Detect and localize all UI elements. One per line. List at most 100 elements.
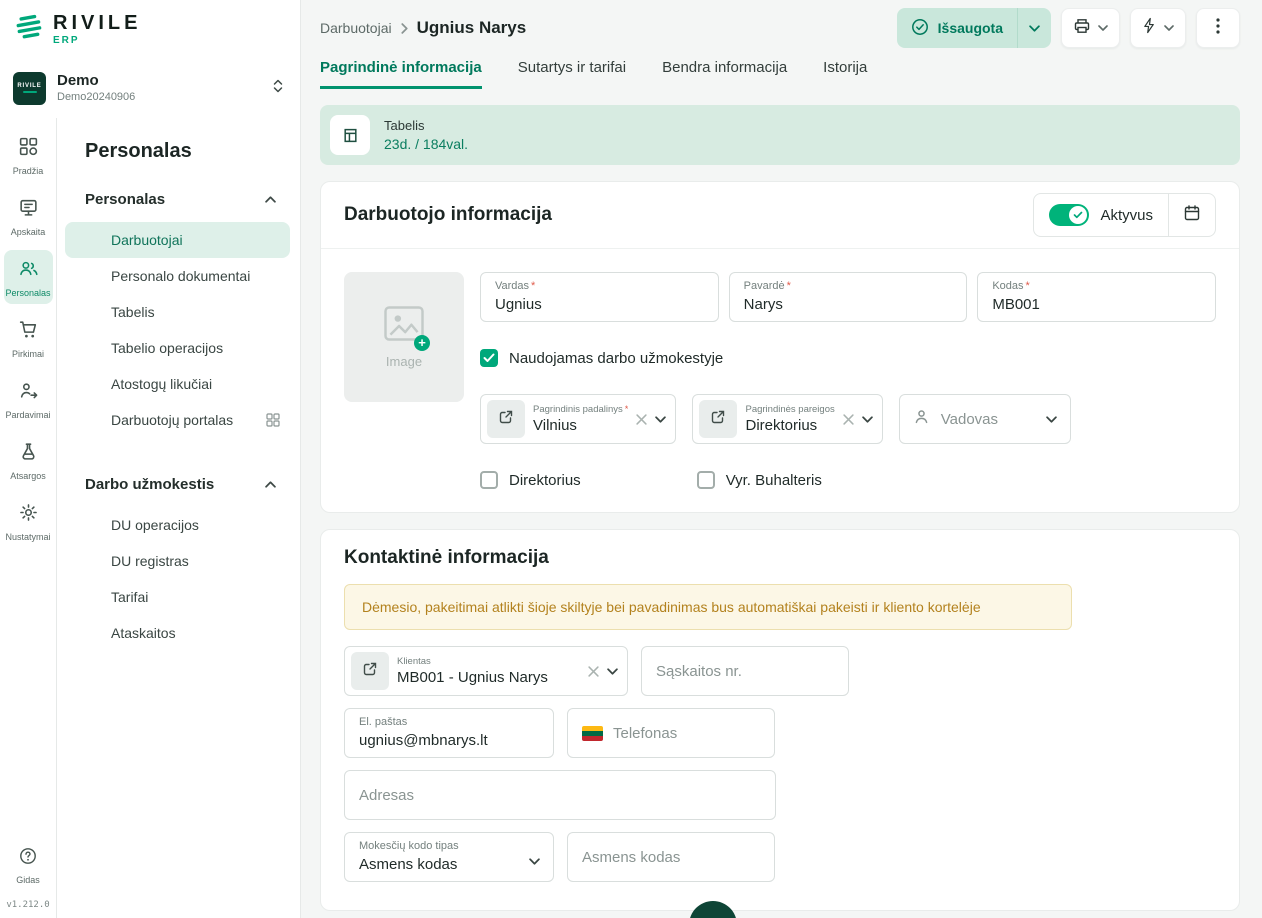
active-toggle-label: Aktyvus xyxy=(1100,207,1153,224)
checkbox-unchecked-icon xyxy=(697,471,715,489)
department-combo[interactable]: Pagrindinis padalinys* Vilnius xyxy=(480,394,676,444)
rail-item-pradzia[interactable]: Pradžia xyxy=(4,128,53,182)
check-circle-icon xyxy=(911,18,929,39)
section-header-darbo-uzmokestis[interactable]: Darbo užmokestis xyxy=(65,468,290,507)
sidebar-item-tabelio-operacijos[interactable]: Tabelio operacijos xyxy=(65,330,290,366)
menu-title: Personalas xyxy=(85,140,290,163)
manager-select[interactable]: Vadovas xyxy=(899,394,1071,444)
company-selector[interactable]: RIVILE Demo Demo20240906 xyxy=(0,58,300,118)
address-input[interactable] xyxy=(359,787,761,804)
director-checkbox[interactable]: Direktorius xyxy=(480,471,581,489)
phone-input[interactable] xyxy=(613,725,760,742)
sidebar-item-label: DU operacijos xyxy=(111,517,199,533)
company-name: Demo xyxy=(57,72,135,91)
company-code: Demo20240906 xyxy=(57,91,135,105)
save-status-button[interactable]: Išsaugota xyxy=(897,8,1051,48)
quick-actions-button[interactable] xyxy=(1130,8,1186,48)
chevron-down-icon[interactable] xyxy=(655,416,666,423)
employee-photo-upload[interactable]: + Image xyxy=(344,272,464,402)
tab-bendra-informacija[interactable]: Bendra informacija xyxy=(662,59,787,89)
payroll-checkbox[interactable]: Naudojamas darbo užmokestyje xyxy=(480,349,723,367)
account-number-input[interactable] xyxy=(656,663,834,680)
rail-item-atsargos[interactable]: Atsargos xyxy=(4,433,53,487)
lithuania-flag-icon xyxy=(582,726,603,741)
checkbox-unchecked-icon xyxy=(480,471,498,489)
print-button[interactable] xyxy=(1061,8,1120,48)
header-actions: Išsaugota xyxy=(897,8,1240,48)
sidebar-item-darbuotoju-portalas[interactable]: Darbuotojų portalas xyxy=(65,402,290,438)
client-combo[interactable]: Klientas MB001 - Ugnius Narys xyxy=(344,646,628,696)
rail-item-pardavimai[interactable]: Pardavimai xyxy=(4,372,53,426)
chevron-down-icon xyxy=(529,852,540,870)
active-toggle[interactable]: Aktyvus xyxy=(1034,204,1168,226)
rail-item-personalas[interactable]: Personalas xyxy=(4,250,53,304)
sidebar-item-ataskaitos[interactable]: Ataskaitos xyxy=(65,615,290,651)
sidebar-item-du-operacijos[interactable]: DU operacijos xyxy=(65,507,290,543)
add-photo-icon[interactable]: + xyxy=(414,335,430,351)
section-header-personalas[interactable]: Personalas xyxy=(65,183,290,222)
field-label: Vardas xyxy=(495,280,529,292)
rivile-logo-icon xyxy=(14,13,44,46)
tax-code-type-select[interactable]: Mokesčių kodo tipas xyxy=(344,832,554,882)
company-logo: RIVILE xyxy=(13,72,46,105)
phone-field[interactable] xyxy=(567,708,775,758)
sidebar-item-label: Darbuotojai xyxy=(111,232,183,248)
sidebar-item-atostogu-likuciai[interactable]: Atostogų likučiai xyxy=(65,366,290,402)
save-dropdown-button[interactable] xyxy=(1018,25,1051,32)
last-name-input[interactable] xyxy=(744,293,953,313)
brand-name: RIVILE xyxy=(53,13,141,33)
timesheet-summary-banner[interactable]: Tabelis 23d. / 184val. xyxy=(320,105,1240,165)
sidebar-item-tabelis[interactable]: Tabelis xyxy=(65,294,290,330)
sidebar-item-du-registras[interactable]: DU registras xyxy=(65,543,290,579)
timesheet-icon xyxy=(330,115,370,155)
clear-icon[interactable] xyxy=(588,666,599,677)
tab-sutartys-ir-tarifai[interactable]: Sutartys ir tarifai xyxy=(518,59,626,89)
sidebar-item-personalo-dokumentai[interactable]: Personalo dokumentai xyxy=(65,258,290,294)
rail-item-nustatymai[interactable]: Nustatymai xyxy=(4,494,53,548)
module-rail: Pradžia Apskaita Personalas Pirkimai Par… xyxy=(0,118,57,918)
dashboard-icon xyxy=(18,136,39,162)
rail-item-apskaita[interactable]: Apskaita xyxy=(4,189,53,243)
sidebar-item-label: Personalo dokumentai xyxy=(111,268,250,284)
rail-item-gidas[interactable]: Gidas xyxy=(4,838,53,891)
personal-code-field[interactable] xyxy=(567,832,775,882)
brand-suffix: ERP xyxy=(53,36,141,46)
chief-accountant-checkbox[interactable]: Vyr. Buhalteris xyxy=(697,471,822,489)
sidebar-item-darbuotojai[interactable]: Darbuotojai xyxy=(65,222,290,258)
sidebar-item-label: Darbuotojų portalas xyxy=(111,412,233,428)
sidebar-item-tarifai[interactable]: Tarifai xyxy=(65,579,290,615)
more-actions-button[interactable] xyxy=(1196,8,1240,48)
chevron-down-icon[interactable] xyxy=(862,416,873,423)
clear-icon[interactable] xyxy=(636,414,647,425)
toggle-switch[interactable] xyxy=(1049,204,1089,226)
module-menu: Personalas Personalas Darbuotojai Person… xyxy=(57,118,300,918)
position-combo[interactable]: Pagrindinės pareigos Direktorius xyxy=(692,394,882,444)
sidebar-item-label: Tabelio operacijos xyxy=(111,340,223,356)
chevron-down-icon xyxy=(1046,416,1057,423)
personal-code-input[interactable] xyxy=(582,849,760,866)
code-field[interactable]: Kodas* xyxy=(977,272,1216,322)
first-name-field[interactable]: Vardas* xyxy=(480,272,719,322)
email-input[interactable] xyxy=(359,729,539,749)
open-client-button[interactable] xyxy=(351,652,389,690)
calendar-button[interactable] xyxy=(1169,194,1215,236)
address-field[interactable] xyxy=(344,770,776,820)
employee-info-card: Darbuotojo informacija Aktyvus xyxy=(320,181,1240,513)
tab-bar: Pagrindinė informacija Sutartys ir tarif… xyxy=(320,59,1240,89)
breadcrumb-parent[interactable]: Darbuotojai xyxy=(320,20,392,36)
email-field[interactable]: El. paštas xyxy=(344,708,554,758)
open-position-button[interactable] xyxy=(699,400,737,438)
tab-istorija[interactable]: Istorija xyxy=(823,59,867,89)
manager-placeholder: Vadovas xyxy=(941,411,1035,428)
clear-icon[interactable] xyxy=(843,414,854,425)
open-department-button[interactable] xyxy=(487,400,525,438)
tax-code-type-value[interactable] xyxy=(359,853,539,873)
last-name-field[interactable]: Pavardė* xyxy=(729,272,968,322)
rail-item-pirkimai[interactable]: Pirkimai xyxy=(4,311,53,365)
chevron-down-icon[interactable] xyxy=(607,668,618,675)
account-number-field[interactable] xyxy=(641,646,849,696)
code-input[interactable] xyxy=(992,293,1201,313)
first-name-input[interactable] xyxy=(495,293,704,313)
tab-pagrindine-informacija[interactable]: Pagrindinė informacija xyxy=(320,59,482,89)
kebab-menu-icon xyxy=(1216,18,1220,39)
